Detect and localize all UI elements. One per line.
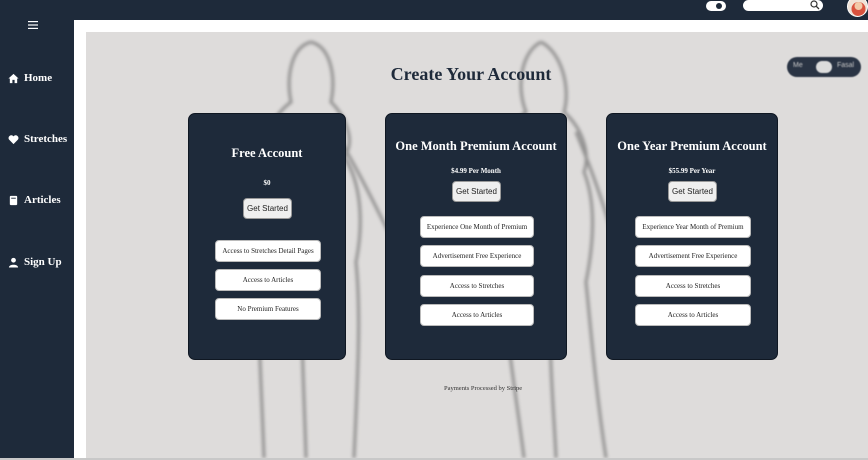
plan-card-one-month: One Month Premium Account $4.99 Per Mont… bbox=[385, 113, 567, 360]
feature-item: Access to Stretches bbox=[635, 275, 751, 297]
theme-toggle[interactable] bbox=[706, 1, 726, 11]
sidebar-item-sign-up[interactable]: Sign Up bbox=[8, 256, 62, 268]
sidebar: Home Stretches Articles Sign Up bbox=[0, 0, 74, 460]
avatar[interactable] bbox=[847, 0, 868, 17]
book-icon bbox=[9, 195, 18, 205]
feature-item: Experience Year Month of Premium bbox=[635, 216, 751, 238]
search-icon[interactable] bbox=[809, 0, 821, 11]
sidebar-item-articles[interactable]: Articles bbox=[8, 194, 61, 206]
home-icon bbox=[8, 73, 19, 83]
plan-card-one-year: One Year Premium Account $55.99 Per Year… bbox=[606, 113, 778, 360]
heart-icon bbox=[8, 134, 19, 144]
page-title: Create Your Account bbox=[390, 64, 552, 84]
sidebar-item-home[interactable]: Home bbox=[8, 72, 52, 84]
plan-title: Free Account bbox=[231, 146, 303, 160]
feature-item: Access to Articles bbox=[215, 269, 321, 291]
plan-price: $0 bbox=[263, 179, 271, 187]
plan-title: One Month Premium Account bbox=[395, 139, 557, 153]
plan-price: $55.99 Per Year bbox=[668, 167, 716, 175]
feature-item: Experience One Month of Premium bbox=[420, 216, 534, 238]
feature-item: Access to Articles bbox=[635, 304, 751, 326]
plan-card-free: Free Account $0 Get Started Access to St… bbox=[188, 113, 346, 360]
get-started-button[interactable]: Get Started bbox=[243, 198, 292, 219]
toggle-knob bbox=[716, 3, 722, 9]
get-started-button[interactable]: Get Started bbox=[452, 181, 501, 202]
get-started-button[interactable]: Get Started bbox=[668, 181, 717, 202]
hamburger-icon[interactable] bbox=[28, 20, 38, 30]
user-icon bbox=[8, 257, 19, 268]
top-bar bbox=[0, 0, 868, 20]
feature-item: Access to Articles bbox=[420, 304, 534, 326]
sidebar-item-label: Home bbox=[24, 72, 53, 84]
plan-title: One Year Premium Account bbox=[617, 139, 767, 153]
sidebar-item-stretches[interactable]: Stretches bbox=[8, 133, 67, 145]
search-input[interactable] bbox=[743, 0, 823, 11]
feature-item: Advertisement Free Experience bbox=[420, 245, 534, 267]
feature-item: Advertisement Free Experience bbox=[635, 245, 751, 267]
sidebar-item-label: Articles bbox=[24, 194, 61, 206]
sidebar-item-label: Stretches bbox=[24, 133, 68, 145]
feature-item: Access to Stretches bbox=[420, 275, 534, 297]
payments-note: Payments Processed by Stripe bbox=[444, 385, 523, 392]
feature-item: No Premium Features bbox=[215, 298, 321, 320]
plan-price: $4.99 Per Month bbox=[451, 167, 501, 175]
feature-item: Access to Stretches Detail Pages bbox=[215, 240, 321, 262]
sidebar-item-label: Sign Up bbox=[24, 256, 62, 268]
